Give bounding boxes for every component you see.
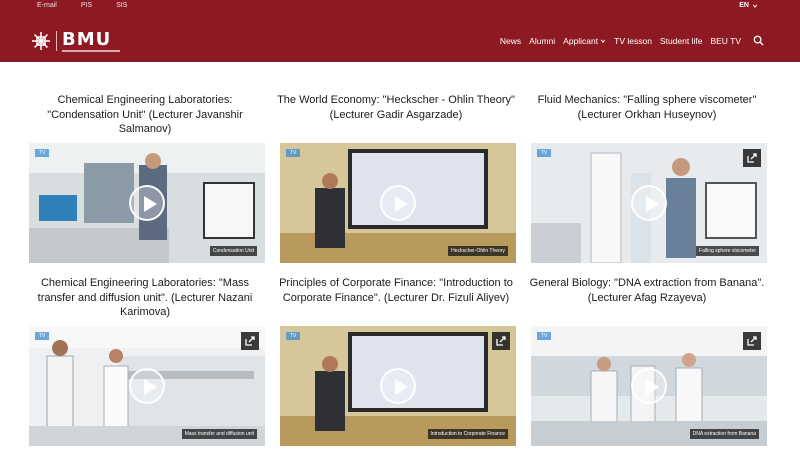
play-icon[interactable]	[380, 368, 416, 404]
channel-badge: TV	[537, 332, 552, 340]
logo-wordmark: BMU	[62, 28, 112, 50]
nav-item-student-life[interactable]: Student life	[660, 36, 703, 46]
nav-item-label: Applicant	[563, 35, 599, 46]
external-link-icon[interactable]	[492, 332, 510, 350]
video-caption: Falling sphere viscometer	[696, 246, 759, 256]
video-title[interactable]: Principles of Corporate Finance: "Introd…	[276, 276, 516, 321]
search-icon[interactable]	[753, 35, 764, 46]
play-icon[interactable]	[380, 185, 416, 221]
nav-item-label: TV lesson	[614, 35, 652, 46]
video-thumbnail[interactable]: TV Heckscher-Ohlin Theory	[280, 143, 516, 263]
play-icon[interactable]	[129, 185, 165, 221]
top-link-sis[interactable]: SIS	[116, 2, 127, 9]
nav-item-label: Alumni	[529, 35, 556, 46]
language-selector[interactable]: EN	[739, 2, 758, 9]
play-icon[interactable]	[129, 368, 165, 404]
top-link-email[interactable]: E-mail	[37, 2, 57, 9]
video-card[interactable]: General Biology: "DNA extraction from Ba…	[527, 276, 767, 450]
logo-divider	[56, 31, 57, 51]
channel-badge: TV	[537, 149, 552, 157]
nav-item-tv-lesson[interactable]: TV lesson	[614, 36, 652, 46]
video-title[interactable]: Fluid Mechanics: "Falling sphere viscome…	[527, 93, 767, 138]
chevron-down-icon	[752, 4, 758, 8]
logo-emblem-icon	[32, 32, 50, 50]
video-caption: DNA extraction from Banana	[689, 429, 759, 439]
video-caption: Mass transfer and diffusion unit	[181, 429, 257, 439]
nav-item-beu-tv[interactable]: BEU TV	[710, 36, 741, 46]
nav-item-label: BEU TV	[710, 35, 741, 46]
video-card[interactable]: Chemical Engineering Laboratories: "Mass…	[25, 276, 265, 450]
site-header: E-mail PIS SIS EN BMU News Alumni Applic…	[0, 0, 800, 62]
play-icon[interactable]	[631, 185, 667, 221]
logo-text: BMU	[62, 28, 120, 52]
nav-item-label: Student life	[659, 35, 703, 46]
video-card[interactable]: Chemical Engineering Laboratories: "Cond…	[25, 93, 265, 267]
play-icon[interactable]	[631, 368, 667, 404]
video-title[interactable]: Chemical Engineering Laboratories: "Mass…	[25, 276, 265, 321]
nav-item-label: News	[499, 35, 522, 46]
external-link-icon[interactable]	[743, 332, 761, 350]
external-link-icon[interactable]	[241, 332, 259, 350]
video-caption: Heckscher-Ohlin Theory	[448, 246, 508, 256]
video-card[interactable]: Fluid Mechanics: "Falling sphere viscome…	[527, 93, 767, 267]
nav-item-applicant[interactable]: Applicant	[563, 36, 606, 46]
logo-subtitle	[62, 49, 120, 52]
channel-badge: TV	[286, 332, 301, 340]
channel-badge: TV	[35, 332, 50, 340]
chevron-down-icon	[600, 39, 606, 43]
video-card[interactable]: Principles of Corporate Finance: "Introd…	[276, 276, 516, 450]
video-thumbnail[interactable]: TV Introduction to Corporate Finance	[280, 326, 516, 446]
video-title[interactable]: The World Economy: "Heckscher - Ohlin Th…	[276, 93, 516, 138]
video-thumbnail[interactable]: TV DNA extraction from Banana	[531, 326, 767, 446]
top-links: E-mail PIS SIS	[37, 2, 151, 9]
video-thumbnail[interactable]: TV Falling sphere viscometer	[531, 143, 767, 263]
site-logo[interactable]: BMU	[30, 29, 120, 53]
video-thumbnail[interactable]: TV Mass transfer and diffusion unit	[29, 326, 265, 446]
language-label: EN	[739, 2, 749, 9]
nav-item-news[interactable]: News	[500, 36, 521, 46]
video-thumbnail[interactable]: TV Condensation Unit	[29, 143, 265, 263]
video-title[interactable]: General Biology: "DNA extraction from Ba…	[527, 276, 767, 321]
external-link-icon[interactable]	[743, 149, 761, 167]
video-title[interactable]: Chemical Engineering Laboratories: "Cond…	[25, 93, 265, 138]
channel-badge: TV	[286, 149, 301, 157]
top-link-pis[interactable]: PIS	[81, 2, 92, 9]
video-card[interactable]: The World Economy: "Heckscher - Ohlin Th…	[276, 93, 516, 267]
nav-item-alumni[interactable]: Alumni	[529, 36, 555, 46]
main-nav: News Alumni Applicant TV lesson Student …	[492, 35, 764, 46]
channel-badge: TV	[35, 149, 50, 157]
video-caption: Introduction to Corporate Finance	[427, 429, 508, 439]
video-caption: Condensation Unit	[209, 246, 257, 256]
